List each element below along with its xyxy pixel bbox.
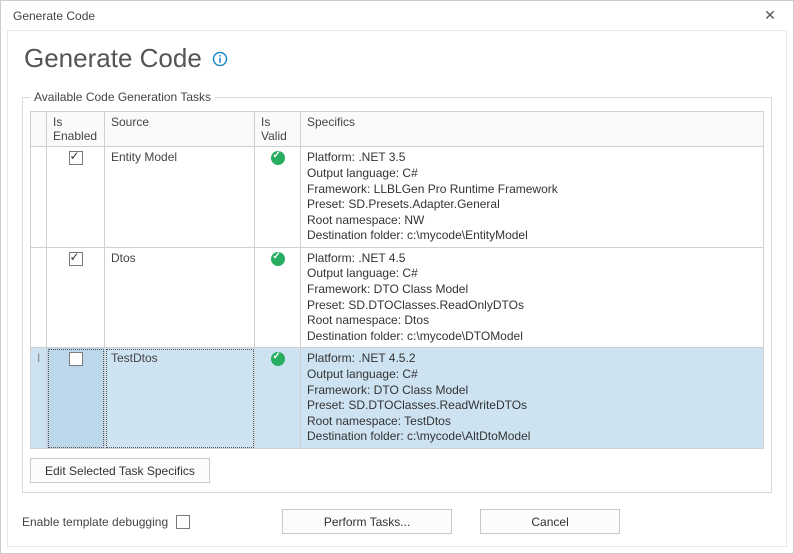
specifics-line: Output language: C# xyxy=(307,367,757,383)
is-enabled-checkbox[interactable] xyxy=(69,352,83,366)
specifics-line: Output language: C# xyxy=(307,166,757,182)
cell-specifics: Platform: .NET 3.5Output language: C#Fra… xyxy=(301,147,764,248)
cell-is-valid xyxy=(255,247,301,348)
specifics-line: Root namespace: TestDtos xyxy=(307,414,757,430)
col-header-enabled[interactable]: Is Enabled xyxy=(47,112,105,147)
col-header-handle[interactable] xyxy=(31,112,47,147)
enable-template-debugging-checkbox[interactable] xyxy=(176,515,190,529)
specifics-line: Platform: .NET 4.5 xyxy=(307,251,757,267)
specifics-line: Framework: DTO Class Model xyxy=(307,383,757,399)
specifics-line: Destination folder: c:\mycode\AltDtoMode… xyxy=(307,429,757,445)
enable-template-debugging-label: Enable template debugging xyxy=(22,515,168,529)
table-row[interactable]: Dtos Platform: .NET 4.5Output language: C… xyxy=(31,247,764,348)
page-title: Generate Code xyxy=(24,43,202,74)
is-enabled-checkbox[interactable] xyxy=(69,151,83,165)
cell-source[interactable]: Dtos xyxy=(105,247,255,348)
check-circle-icon xyxy=(271,352,285,366)
specifics-line: Destination folder: c:\mycode\EntityMode… xyxy=(307,228,757,244)
cell-specifics: Platform: .NET 4.5Output language: C#Fra… xyxy=(301,247,764,348)
specifics-line: Preset: SD.DTOClasses.ReadOnlyDTOs xyxy=(307,298,757,314)
edit-selected-task-button[interactable]: Edit Selected Task Specifics xyxy=(30,458,210,483)
cell-source[interactable]: Entity Model xyxy=(105,147,255,248)
tasks-group: Available Code Generation Tasks Is Enabl… xyxy=(22,90,772,493)
table-row[interactable]: Entity Model Platform: .NET 3.5Output lan… xyxy=(31,147,764,248)
specifics-line: Platform: .NET 4.5.2 xyxy=(307,351,757,367)
col-header-valid[interactable]: Is Valid xyxy=(255,112,301,147)
close-icon[interactable]: ✕ xyxy=(755,7,785,24)
check-circle-icon xyxy=(271,252,285,266)
check-circle-icon xyxy=(271,151,285,165)
cell-is-enabled[interactable] xyxy=(47,348,105,449)
specifics-line: Destination folder: c:\mycode\DTOModel xyxy=(307,329,757,345)
row-handle xyxy=(31,247,47,348)
cell-is-valid xyxy=(255,147,301,248)
dialog-content: Generate Code Available Code Generation … xyxy=(7,30,787,547)
info-icon[interactable] xyxy=(212,51,228,67)
cell-is-enabled[interactable] xyxy=(47,147,105,248)
titlebar: Generate Code ✕ xyxy=(1,1,793,30)
row-handle xyxy=(31,147,47,248)
specifics-line: Framework: LLBLGen Pro Runtime Framework xyxy=(307,182,757,198)
specifics-line: Root namespace: NW xyxy=(307,213,757,229)
specifics-line: Platform: .NET 3.5 xyxy=(307,150,757,166)
cancel-button[interactable]: Cancel xyxy=(480,509,620,534)
specifics-line: Root namespace: Dtos xyxy=(307,313,757,329)
specifics-line: Framework: DTO Class Model xyxy=(307,282,757,298)
row-handle: I xyxy=(31,348,47,449)
cell-is-enabled[interactable] xyxy=(47,247,105,348)
tasks-group-legend: Available Code Generation Tasks xyxy=(30,90,215,104)
table-row[interactable]: I TestDtos Platform: .NET 4.5.2Output lang… xyxy=(31,348,764,449)
specifics-line: Preset: SD.Presets.Adapter.General xyxy=(307,197,757,213)
cell-is-valid xyxy=(255,348,301,449)
cell-specifics: Platform: .NET 4.5.2Output language: C#F… xyxy=(301,348,764,449)
window-title: Generate Code xyxy=(13,9,95,23)
perform-tasks-button[interactable]: Perform Tasks... xyxy=(282,509,452,534)
col-header-source[interactable]: Source xyxy=(105,112,255,147)
is-enabled-checkbox[interactable] xyxy=(69,252,83,266)
tasks-grid[interactable]: Is Enabled Source Is Valid Specifics Ent… xyxy=(30,111,764,449)
cell-source[interactable]: TestDtos xyxy=(105,348,255,449)
col-header-specifics[interactable]: Specifics xyxy=(301,112,764,147)
generate-code-dialog: Generate Code ✕ Generate Code Available … xyxy=(0,0,794,554)
specifics-line: Preset: SD.DTOClasses.ReadWriteDTOs xyxy=(307,398,757,414)
specifics-line: Output language: C# xyxy=(307,266,757,282)
